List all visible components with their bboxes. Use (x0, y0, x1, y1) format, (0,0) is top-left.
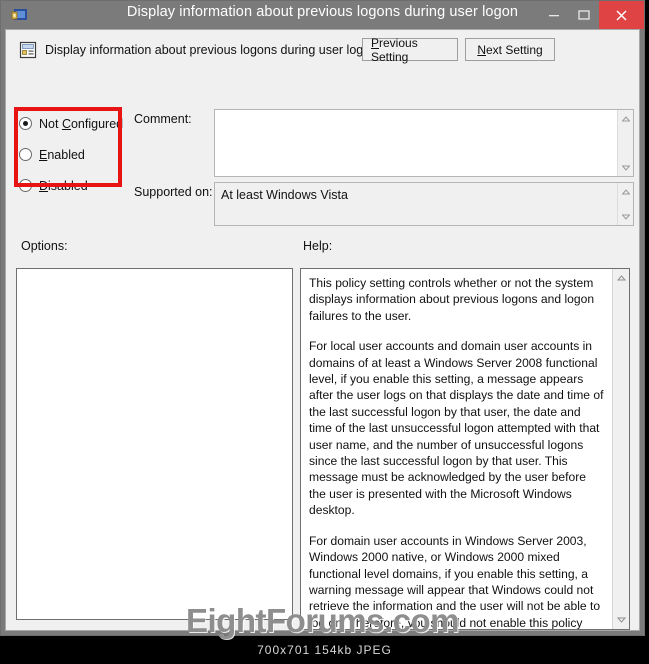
close-icon[interactable] (599, 1, 644, 29)
options-section-label: Options: (21, 239, 68, 253)
scroll-down-icon[interactable] (613, 612, 629, 628)
radio-enabled[interactable]: Enabled (19, 143, 119, 166)
policy-setting-icon (18, 40, 38, 60)
help-paragraph: For domain user accounts in Windows Serv… (309, 533, 601, 629)
help-paragraph: For local user accounts and domain user … (309, 339, 604, 518)
radio-mark-icon (19, 148, 32, 161)
help-text-content: This policy setting controls whether or … (301, 269, 613, 629)
minimize-icon[interactable] (539, 1, 569, 29)
help-section-label: Help: (303, 239, 333, 253)
supported-on-scrollbar[interactable] (617, 183, 633, 225)
help-scrollbar[interactable] (612, 269, 629, 629)
radio-mark-icon (19, 179, 32, 192)
previous-setting-button[interactable]: Previous Setting (362, 35, 458, 64)
scroll-up-icon[interactable] (618, 111, 633, 126)
policy-setting-dialog: Display information about previous logon… (0, 0, 645, 664)
supported-on-label: Supported on: (134, 185, 213, 199)
scroll-up-icon[interactable] (618, 184, 633, 199)
scroll-up-icon[interactable] (613, 270, 629, 286)
maximize-icon[interactable] (569, 1, 599, 29)
policy-state-radio-group: Not Configured Enabled Disabled (19, 112, 123, 205)
previous-setting-accel: P (371, 35, 380, 50)
radio-not-configured-label: Not Configured (39, 116, 124, 131)
radio-disabled-label: Disabled (39, 178, 88, 193)
radio-not-configured[interactable]: Not Configured (19, 112, 123, 135)
next-setting-accel: N (477, 42, 486, 57)
help-paragraph: This policy setting controls whether or … (309, 276, 595, 323)
radio-disabled[interactable]: Disabled (19, 174, 119, 197)
dialog-client-area: Display information about previous logon… (5, 29, 641, 664)
policy-header-row: Display information about previous logon… (6, 30, 639, 72)
comment-scrollbar[interactable] (617, 110, 633, 176)
policy-name-label: Display information about previous logon… (45, 43, 378, 57)
supported-on-field: At least Windows Vista (214, 182, 634, 226)
scroll-down-icon[interactable] (618, 160, 633, 175)
comment-input[interactable] (214, 109, 634, 177)
comment-label: Comment: (134, 112, 192, 126)
scroll-down-icon[interactable] (618, 209, 633, 224)
help-panel: This policy setting controls whether or … (300, 268, 630, 630)
radio-enabled-label: Enabled (39, 147, 85, 162)
next-setting-button[interactable]: Next Setting (465, 38, 555, 61)
image-info-text: 700x701 154kb JPEG (257, 643, 392, 657)
title-bar: Display information about previous logon… (1, 1, 644, 29)
options-panel[interactable] (16, 268, 293, 620)
radio-mark-icon (19, 117, 32, 130)
next-setting-label-rest: ext Setting (485, 42, 543, 57)
supported-on-value: At least Windows Vista (221, 188, 348, 202)
image-status-bar: 700x701 154kb JPEG (0, 636, 649, 664)
